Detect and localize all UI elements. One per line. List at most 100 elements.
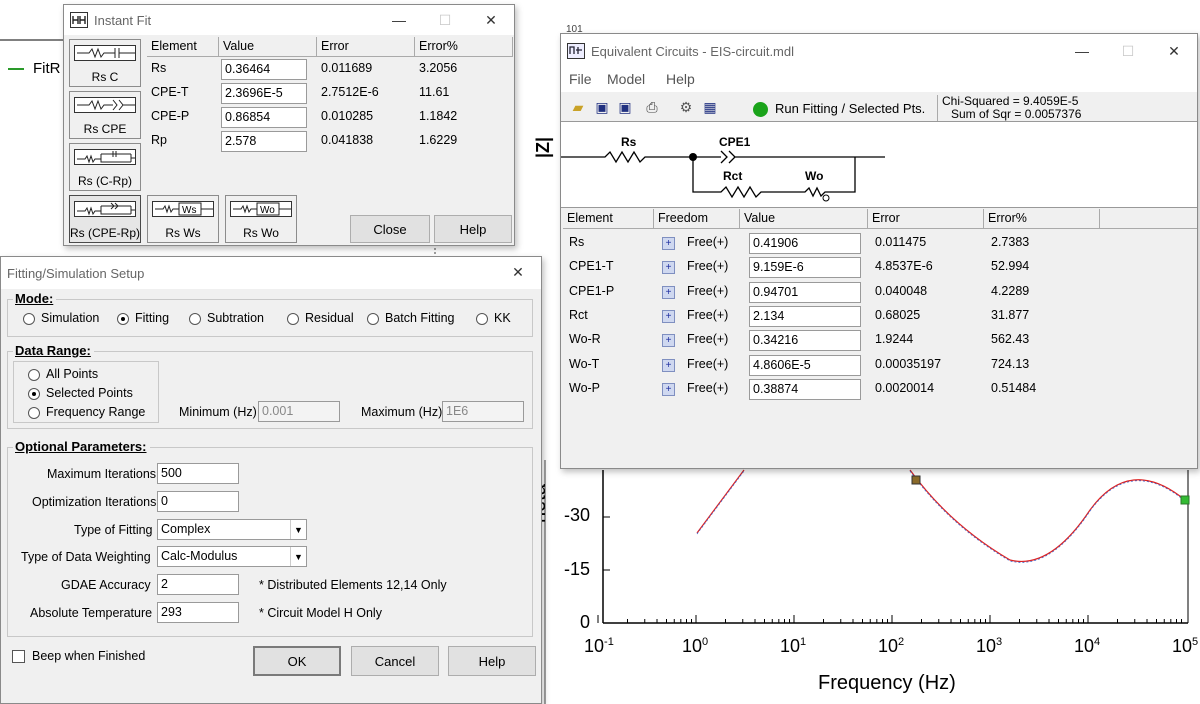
range-radio-2[interactable] <box>28 407 40 419</box>
fitting-setup-titlebar[interactable]: Fitting/Simulation Setup ✕ <box>1 257 541 289</box>
rs-c-circuit-icon <box>74 45 136 61</box>
print-icon[interactable]: ⎙ <box>643 98 661 116</box>
freedom-toggle-icon[interactable]: + <box>662 309 675 323</box>
value-field[interactable]: 0.41906 <box>749 233 861 254</box>
value-field[interactable]: 0.94701 <box>749 281 861 303</box>
parameter-table: Element Freedom Value Error Error% Rs + … <box>561 209 1197 469</box>
mode-radio-0[interactable] <box>23 313 35 325</box>
col-header-element: Element <box>147 37 219 57</box>
freedom-toggle-icon[interactable]: + <box>662 358 675 372</box>
value-field[interactable]: 0.34216 <box>749 330 861 352</box>
value-field[interactable]: 2.3696E-5 <box>221 83 307 104</box>
close-icon[interactable]: ✕ <box>1151 34 1197 68</box>
help-button[interactable]: Help <box>448 646 536 676</box>
freedom-toggle-icon[interactable]: + <box>662 261 675 275</box>
rs-c-rp-button[interactable]: Rs (C-Rp) <box>69 143 141 191</box>
col-header-error-pct: Error% <box>415 37 513 57</box>
gdae-field[interactable]: 2 <box>157 574 239 595</box>
instant-fit-titlebar[interactable]: Instant Fit — ☐ ✕ <box>64 5 514 35</box>
instant-fit-window: Instant Fit — ☐ ✕ Rs C Rs CPE Rs (C-Rp) … <box>63 4 515 246</box>
table-row-freedom[interactable]: Free(+) <box>683 330 732 348</box>
cancel-button[interactable]: Cancel <box>351 646 439 676</box>
value-field[interactable]: 2.134 <box>749 305 861 327</box>
instant-fit-help-button[interactable]: Help <box>434 215 512 243</box>
fit-stats: Chi-Squared = 9.4059E-5 Sum of Sqr = 0.0… <box>937 95 1097 121</box>
beep-label: Beep when Finished <box>32 649 146 663</box>
save-icon[interactable]: ▣ <box>593 98 611 116</box>
col-header-freedom: Freedom <box>654 209 740 229</box>
weighting-value: Calc-Modulus <box>161 549 238 563</box>
ok-button[interactable]: OK <box>253 646 341 676</box>
table-row-freedom[interactable]: Free(+) <box>683 233 732 251</box>
wo-label: Wo <box>805 169 824 183</box>
run-fitting-button[interactable]: Run Fitting / Selected Pts. <box>775 101 925 116</box>
rs-cpe-button[interactable]: Rs CPE <box>69 91 141 139</box>
table-row-error-pct: 3.2056 <box>419 61 458 75</box>
minimize-icon[interactable]: — <box>1059 34 1105 68</box>
save-as-icon[interactable]: ▣ <box>616 98 634 116</box>
menu-help[interactable]: Help <box>666 71 695 87</box>
rs-wo-button[interactable]: Wo Rs Wo <box>225 195 297 243</box>
equivalent-circuits-window: Equivalent Circuits - EIS-circuit.mdl — … <box>560 33 1198 469</box>
instant-fit-close-button[interactable]: Close <box>350 215 430 243</box>
value-field[interactable]: 9.159E-6 <box>749 257 861 279</box>
freedom-toggle-icon[interactable]: + <box>662 237 675 250</box>
value-field[interactable]: 0.38874 <box>749 378 861 400</box>
rs-ws-circuit-icon: Ws <box>152 201 214 217</box>
mode-radio-5[interactable] <box>476 313 488 325</box>
mode-option-label: Batch Fitting <box>385 311 455 325</box>
mode-radio-3[interactable] <box>287 313 299 325</box>
table-row-element: CPE-P <box>151 109 190 123</box>
rs-c-button[interactable]: Rs C <box>69 39 141 87</box>
table-row-freedom[interactable]: Free(+) <box>683 282 732 300</box>
circuit-edit-icon[interactable]: ⚙ <box>677 98 695 116</box>
dropdown-arrow-icon[interactable]: ▼ <box>290 547 306 566</box>
value-field[interactable]: 4.8606E-5 <box>749 354 861 376</box>
menu-model[interactable]: Model <box>607 71 645 87</box>
fitting-type-select[interactable]: Complex ▼ <box>157 519 307 540</box>
menu-bar: File Model Help <box>561 68 1197 92</box>
table-row-error-pct: 52.994 <box>991 259 1030 274</box>
mode-radio-4[interactable] <box>367 313 379 325</box>
minimize-icon[interactable]: — <box>376 5 422 35</box>
table-row-error-pct: 4.2289 <box>991 283 1030 298</box>
x-axis-label: Frequency (Hz) <box>818 672 956 694</box>
freedom-toggle-icon[interactable]: + <box>662 382 675 396</box>
max-iterations-field[interactable]: 500 <box>157 463 239 484</box>
menu-file[interactable]: File <box>569 71 592 87</box>
opt-iterations-field[interactable]: 0 <box>157 491 239 512</box>
table-row-freedom[interactable]: Free(+) <box>683 379 732 397</box>
data-range-group-title: Data Range: <box>13 343 94 358</box>
range-radio-0[interactable] <box>28 369 40 381</box>
table-row-freedom[interactable]: Free(+) <box>683 306 732 324</box>
close-icon[interactable]: ✕ <box>468 5 514 35</box>
temperature-field[interactable]: 293 <box>157 602 239 623</box>
table-row-error: 0.010285 <box>321 109 374 123</box>
zoom-icon[interactable]: ▦ <box>701 98 719 116</box>
equiv-titlebar[interactable]: Equivalent Circuits - EIS-circuit.mdl — … <box>561 34 1197 68</box>
max-freq-field[interactable]: 1E6 <box>442 401 524 422</box>
circuit-diagram: Rs CPE1 Rct Wo <box>561 122 1197 208</box>
min-freq-field[interactable]: 0.001 <box>258 401 340 422</box>
table-row-freedom[interactable]: Free(+) <box>683 257 732 275</box>
value-field[interactable]: 0.36464 <box>221 59 307 80</box>
table-row-freedom[interactable]: Free(+) <box>683 355 732 373</box>
table-row-element: Rs <box>151 61 167 75</box>
table-row-element: Rct <box>569 307 588 322</box>
freedom-toggle-icon[interactable]: + <box>662 334 675 348</box>
freedom-toggle-icon[interactable]: + <box>662 285 675 299</box>
open-folder-icon[interactable]: ▰ <box>569 98 587 116</box>
beep-checkbox[interactable] <box>12 650 25 663</box>
mode-radio-1[interactable] <box>117 313 129 325</box>
rs-ws-button[interactable]: Ws Rs Ws <box>147 195 219 243</box>
rs-cpe-rp-button[interactable]: Rs (CPE-Rp) <box>69 195 141 243</box>
range-radio-1[interactable] <box>28 388 40 400</box>
mode-radio-2[interactable] <box>189 313 201 325</box>
weighting-select[interactable]: Calc-Modulus ▼ <box>157 546 307 567</box>
value-field[interactable]: 2.578 <box>221 131 307 152</box>
col-header-value: Value <box>740 209 868 229</box>
instant-fit-title: Instant Fit <box>94 12 152 28</box>
value-field[interactable]: 0.86854 <box>221 107 307 128</box>
dropdown-arrow-icon[interactable]: ▼ <box>290 520 306 539</box>
close-icon[interactable]: ✕ <box>495 257 541 287</box>
